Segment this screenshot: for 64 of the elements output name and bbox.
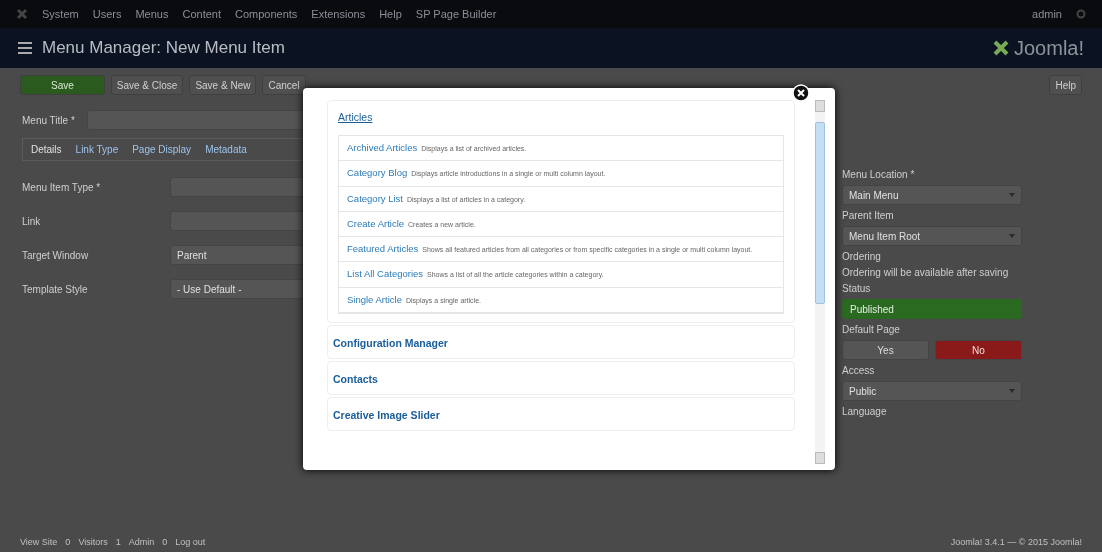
caret-icon <box>1009 234 1015 238</box>
tab[interactable]: Page Display <box>132 144 192 155</box>
status-item: 0 <box>162 537 168 547</box>
field-label: Target Window <box>22 249 90 261</box>
caret-icon <box>1009 389 1015 393</box>
toggle-option[interactable]: No <box>935 340 1022 360</box>
toolbar-button[interactable]: Save & New <box>189 75 257 95</box>
menu-type-link[interactable]: Featured Articles <box>347 243 419 254</box>
toggle-option[interactable]: Yes <box>842 340 929 360</box>
menu-type-link[interactable]: Archived Articles <box>347 142 418 153</box>
toolbar-button[interactable]: Save & Close <box>110 75 184 95</box>
select-field[interactable]: Menu Item Root <box>842 226 1022 246</box>
status-item: Log out <box>175 537 206 547</box>
field-label: Menu Location * <box>842 169 916 180</box>
group-title[interactable]: Configuration Manager <box>333 336 448 349</box>
scrollbar[interactable] <box>815 100 825 464</box>
menu-type-link[interactable]: Single Article <box>347 293 402 305</box>
top-menu-item[interactable]: Menus <box>135 8 169 20</box>
tab[interactable]: Details <box>31 144 62 155</box>
page-title: Menu Manager: New Menu Item <box>42 38 285 58</box>
select-field[interactable]: Main Menu <box>842 185 1022 205</box>
logo-text: Joomla! <box>1013 36 1084 60</box>
top-menu-item[interactable]: SP Page Builder <box>415 8 497 20</box>
tab[interactable]: Link Type <box>75 144 119 155</box>
select-field[interactable]: Public <box>842 381 1022 401</box>
top-menu-item[interactable]: Content <box>182 8 221 20</box>
menu-type-link[interactable]: Category Blog <box>347 167 408 179</box>
status-item: Admin <box>128 537 155 547</box>
toolbar-button[interactable]: Save <box>20 75 105 95</box>
field-label: Language <box>842 406 888 417</box>
tab[interactable]: Metadata <box>205 144 247 155</box>
field-label: Template Style <box>22 283 89 295</box>
menu-list-icon <box>18 42 32 54</box>
close-icon[interactable] <box>792 84 810 102</box>
field-label: Link <box>22 215 42 227</box>
status-select[interactable]: Published <box>842 299 1022 319</box>
group-title[interactable]: Creative Image Slider <box>333 408 440 421</box>
toolbar-button[interactable]: Cancel <box>262 75 306 95</box>
top-menu-item[interactable]: Components <box>235 8 298 20</box>
field-label: Parent Item <box>842 210 895 221</box>
version-text: Joomla! 3.4.1 — © 2015 Joomla! <box>950 537 1082 547</box>
field-label: Menu Title * <box>22 114 75 126</box>
field-label: Access <box>842 365 876 376</box>
field-label: Menu Item Type * <box>22 181 102 193</box>
menu-type-link[interactable]: Create Article <box>347 217 405 229</box>
user-menu[interactable]: admin <box>1032 8 1062 20</box>
group-title[interactable]: Articles <box>338 111 373 123</box>
field-label: Status <box>842 283 872 294</box>
top-menu-item[interactable]: Help <box>379 8 402 20</box>
caret-icon <box>1009 193 1015 197</box>
top-menu-item[interactable]: Users <box>92 8 122 20</box>
top-menu-item[interactable]: Extensions <box>311 8 366 20</box>
status-item: Visitors <box>78 537 108 547</box>
help-button[interactable]: Help <box>1049 75 1082 95</box>
top-menu-item[interactable]: System <box>42 8 79 20</box>
field-label: Default Page <box>842 324 901 335</box>
group-title[interactable]: Contacts <box>333 372 378 385</box>
status-item: 0 <box>65 537 71 547</box>
ordering-note: Ordering will be available after saving <box>842 267 1010 278</box>
menu-type-link[interactable]: Category List <box>347 192 403 204</box>
menu-type-link[interactable]: List All Categories <box>347 268 424 280</box>
field-label: Ordering <box>842 251 882 262</box>
status-item: 1 <box>115 537 121 547</box>
status-item: View Site <box>20 537 58 547</box>
